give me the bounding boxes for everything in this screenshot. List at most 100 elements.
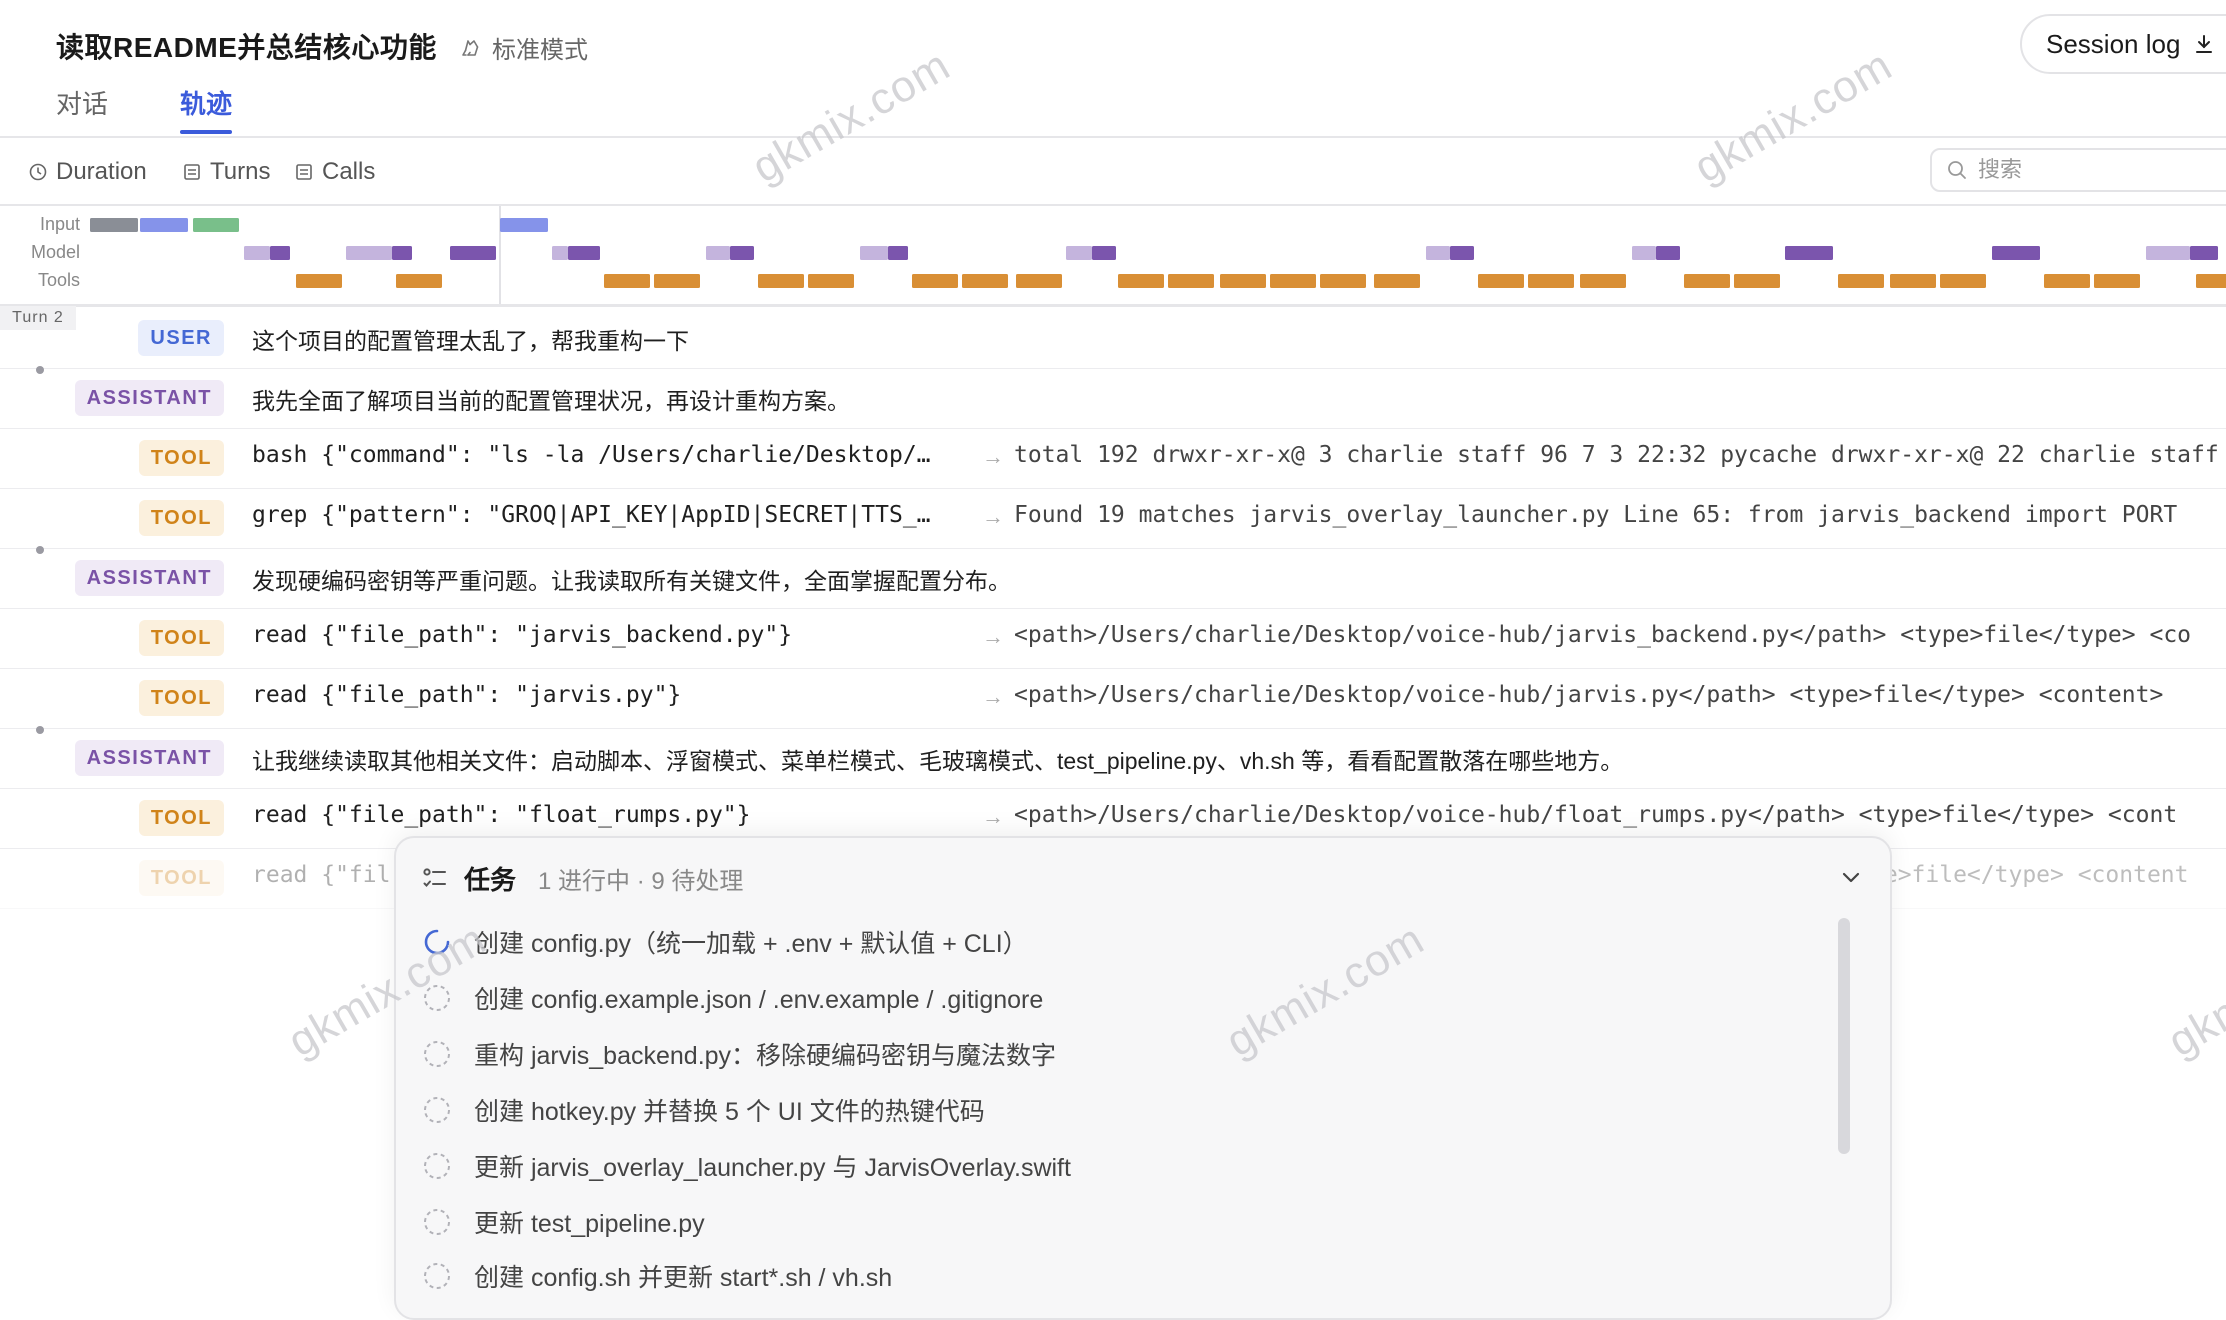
- model-span-bar[interactable]: [392, 246, 412, 260]
- task-label: 重构 jarvis_backend.py：移除硬编码密钥与魔法数字: [474, 1042, 1057, 1070]
- download-icon: [2196, 35, 2213, 53]
- tool-span-bar[interactable]: [296, 274, 342, 288]
- tasks-scrollbar[interactable]: [1838, 918, 1850, 1154]
- turns-label: Turns: [210, 158, 271, 185]
- model-span-bar[interactable]: [1092, 246, 1116, 260]
- trace-row[interactable]: TOOL grep {"pattern": "GROQ|API_KEY|AppID…: [0, 488, 2226, 549]
- model-span-bar[interactable]: [244, 246, 270, 260]
- model-span-bar[interactable]: [730, 246, 754, 260]
- tool-result: Found 19 matches jarvis_overlay_launcher…: [1014, 502, 2178, 528]
- trace-row[interactable]: TOOL bash {"command": "ls -la /Users/char…: [0, 428, 2226, 489]
- pending-circle-icon: [424, 1041, 450, 1067]
- calls-toggle[interactable]: Calls: [294, 158, 375, 186]
- task-label: 创建 config.example.json / .env.example / …: [474, 986, 1044, 1014]
- task-label: 创建 hotkey.py 并替换 5 个 UI 文件的热键代码: [474, 1098, 985, 1126]
- tool-span-bar[interactable]: [1838, 274, 1884, 288]
- model-span-bar[interactable]: [1426, 246, 1450, 260]
- tool-span-bar[interactable]: [1528, 274, 1574, 288]
- model-span-bar[interactable]: [2190, 246, 2218, 260]
- trace-row[interactable]: USER 这个项目的配置管理太乱了，帮我重构一下: [0, 308, 2226, 369]
- session-log-button[interactable]: Session log: [2020, 14, 2226, 74]
- chevron-down-icon[interactable]: [1838, 864, 1864, 890]
- trace-row[interactable]: ASSISTANT 让我继续读取其他相关文件：启动脚本、浮窗模式、菜单栏模式、毛玻…: [0, 728, 2226, 789]
- tool-span-bar[interactable]: [2044, 274, 2090, 288]
- tab-trace[interactable]: 轨迹: [180, 84, 232, 121]
- duration-toggle[interactable]: Duration: [28, 158, 147, 186]
- tool-span-bar[interactable]: [1118, 274, 1164, 288]
- trace-row[interactable]: TOOL read {"file_path": "jarvis.py"} → <pat…: [0, 668, 2226, 729]
- tool-span-bar[interactable]: [1684, 274, 1730, 288]
- task-item[interactable]: 更新 test_pipeline.py: [422, 1204, 705, 1240]
- tasks-panel: 任务 1 进行中 · 9 待处理 创建 config.py（统一加载 + .en…: [394, 836, 1892, 1320]
- tab-chat[interactable]: 对话: [56, 84, 108, 121]
- mode-label: 标准模式: [492, 37, 588, 64]
- tool-span-bar[interactable]: [1220, 274, 1266, 288]
- tasks-header[interactable]: 任务 1 进行中 · 9 待处理: [420, 860, 743, 897]
- mode-indicator[interactable]: 标准模式: [458, 30, 588, 65]
- pending-circle-icon: [424, 1263, 450, 1289]
- task-item[interactable]: 创建 config.py（统一加载 + .env + 默认值 + CLI）: [422, 924, 1028, 960]
- tool-span-bar[interactable]: [1320, 274, 1366, 288]
- tool-span-bar[interactable]: [1478, 274, 1524, 288]
- tool-span-bar[interactable]: [962, 274, 1008, 288]
- tool-span-bar[interactable]: [1890, 274, 1936, 288]
- tool-span-bar[interactable]: [1270, 274, 1316, 288]
- tool-span-bar[interactable]: [1016, 274, 1062, 288]
- task-item[interactable]: 更新 jarvis_overlay_launcher.py 与 JarvisOv…: [422, 1148, 1071, 1184]
- tool-span-bar[interactable]: [604, 274, 650, 288]
- tool-result: <path>/Users/charlie/Desktop/voice-hub/j…: [1014, 682, 2164, 708]
- model-span-bar[interactable]: [1992, 246, 2040, 260]
- task-item[interactable]: 创建 hotkey.py 并替换 5 个 UI 文件的热键代码: [422, 1092, 985, 1128]
- model-span-bar[interactable]: [346, 246, 392, 260]
- tool-span-bar[interactable]: [808, 274, 854, 288]
- model-span-bar[interactable]: [552, 246, 568, 260]
- trace-row[interactable]: TOOL read {"file_path": "jarvis_backend.p…: [0, 608, 2226, 669]
- search-box[interactable]: [1930, 148, 2226, 192]
- task-item[interactable]: 创建 config.sh 并更新 start*.sh / vh.sh: [422, 1258, 892, 1294]
- assistant-role-badge: ASSISTANT: [74, 740, 224, 776]
- model-span-bar[interactable]: [1632, 246, 1656, 260]
- tool-span-bar[interactable]: [1940, 274, 1986, 288]
- model-span-bar[interactable]: [1656, 246, 1680, 260]
- timeline-bars: [90, 218, 2226, 288]
- tool-role-badge: TOOL: [138, 680, 224, 716]
- input-span-bar[interactable]: [90, 218, 138, 232]
- tool-span-bar[interactable]: [654, 274, 700, 288]
- tool-span-bar[interactable]: [1580, 274, 1626, 288]
- turns-toggle[interactable]: Turns: [182, 158, 270, 186]
- model-span-bar[interactable]: [888, 246, 908, 260]
- tool-span-bar[interactable]: [2196, 274, 2226, 288]
- tool-span-bar[interactable]: [396, 274, 442, 288]
- search-input[interactable]: [1976, 156, 2200, 184]
- model-span-bar[interactable]: [1066, 246, 1092, 260]
- model-span-bar[interactable]: [706, 246, 730, 260]
- tool-span-bar[interactable]: [912, 274, 958, 288]
- tool-span-bar[interactable]: [1734, 274, 1780, 288]
- tool-call: bash {"command": "ls -la /Users/charlie/…: [252, 442, 931, 468]
- tool-span-bar[interactable]: [1168, 274, 1214, 288]
- search-icon: [1948, 161, 1966, 179]
- tool-span-bar[interactable]: [758, 274, 804, 288]
- trace-row[interactable]: ASSISTANT 发现硬编码密钥等严重问题。让我读取所有关键文件，全面掌握配置分…: [0, 548, 2226, 609]
- trace-row[interactable]: ASSISTANT 我先全面了解项目当前的配置管理状况，再设计重构方案。: [0, 368, 2226, 429]
- model-span-bar[interactable]: [1785, 246, 1833, 260]
- model-span-bar[interactable]: [450, 246, 496, 260]
- model-span-bar[interactable]: [860, 246, 888, 260]
- task-item[interactable]: 重构 jarvis_backend.py：移除硬编码密钥与魔法数字: [422, 1036, 1056, 1072]
- arrow-right-icon: →: [982, 624, 1004, 649]
- input-span-bar[interactable]: [193, 218, 239, 232]
- tool-call: read {"file_path": "float_rumps.py"}: [252, 802, 751, 828]
- task-item[interactable]: 创建 config.example.json / .env.example / …: [422, 980, 1043, 1016]
- arrow-right-icon: →: [982, 504, 1004, 529]
- assistant-role-badge: ASSISTANT: [74, 380, 224, 416]
- tool-span-bar[interactable]: [2094, 274, 2140, 288]
- model-span-bar[interactable]: [568, 246, 600, 260]
- model-span-bar[interactable]: [2146, 246, 2190, 260]
- input-span-bar[interactable]: [500, 218, 548, 232]
- pending-circle-icon: [424, 1097, 450, 1123]
- input-span-bar[interactable]: [140, 218, 188, 232]
- task-label: 更新 jarvis_overlay_launcher.py 与 JarvisOv…: [474, 1154, 1071, 1182]
- model-span-bar[interactable]: [1450, 246, 1474, 260]
- tool-span-bar[interactable]: [1374, 274, 1420, 288]
- model-span-bar[interactable]: [270, 246, 290, 260]
